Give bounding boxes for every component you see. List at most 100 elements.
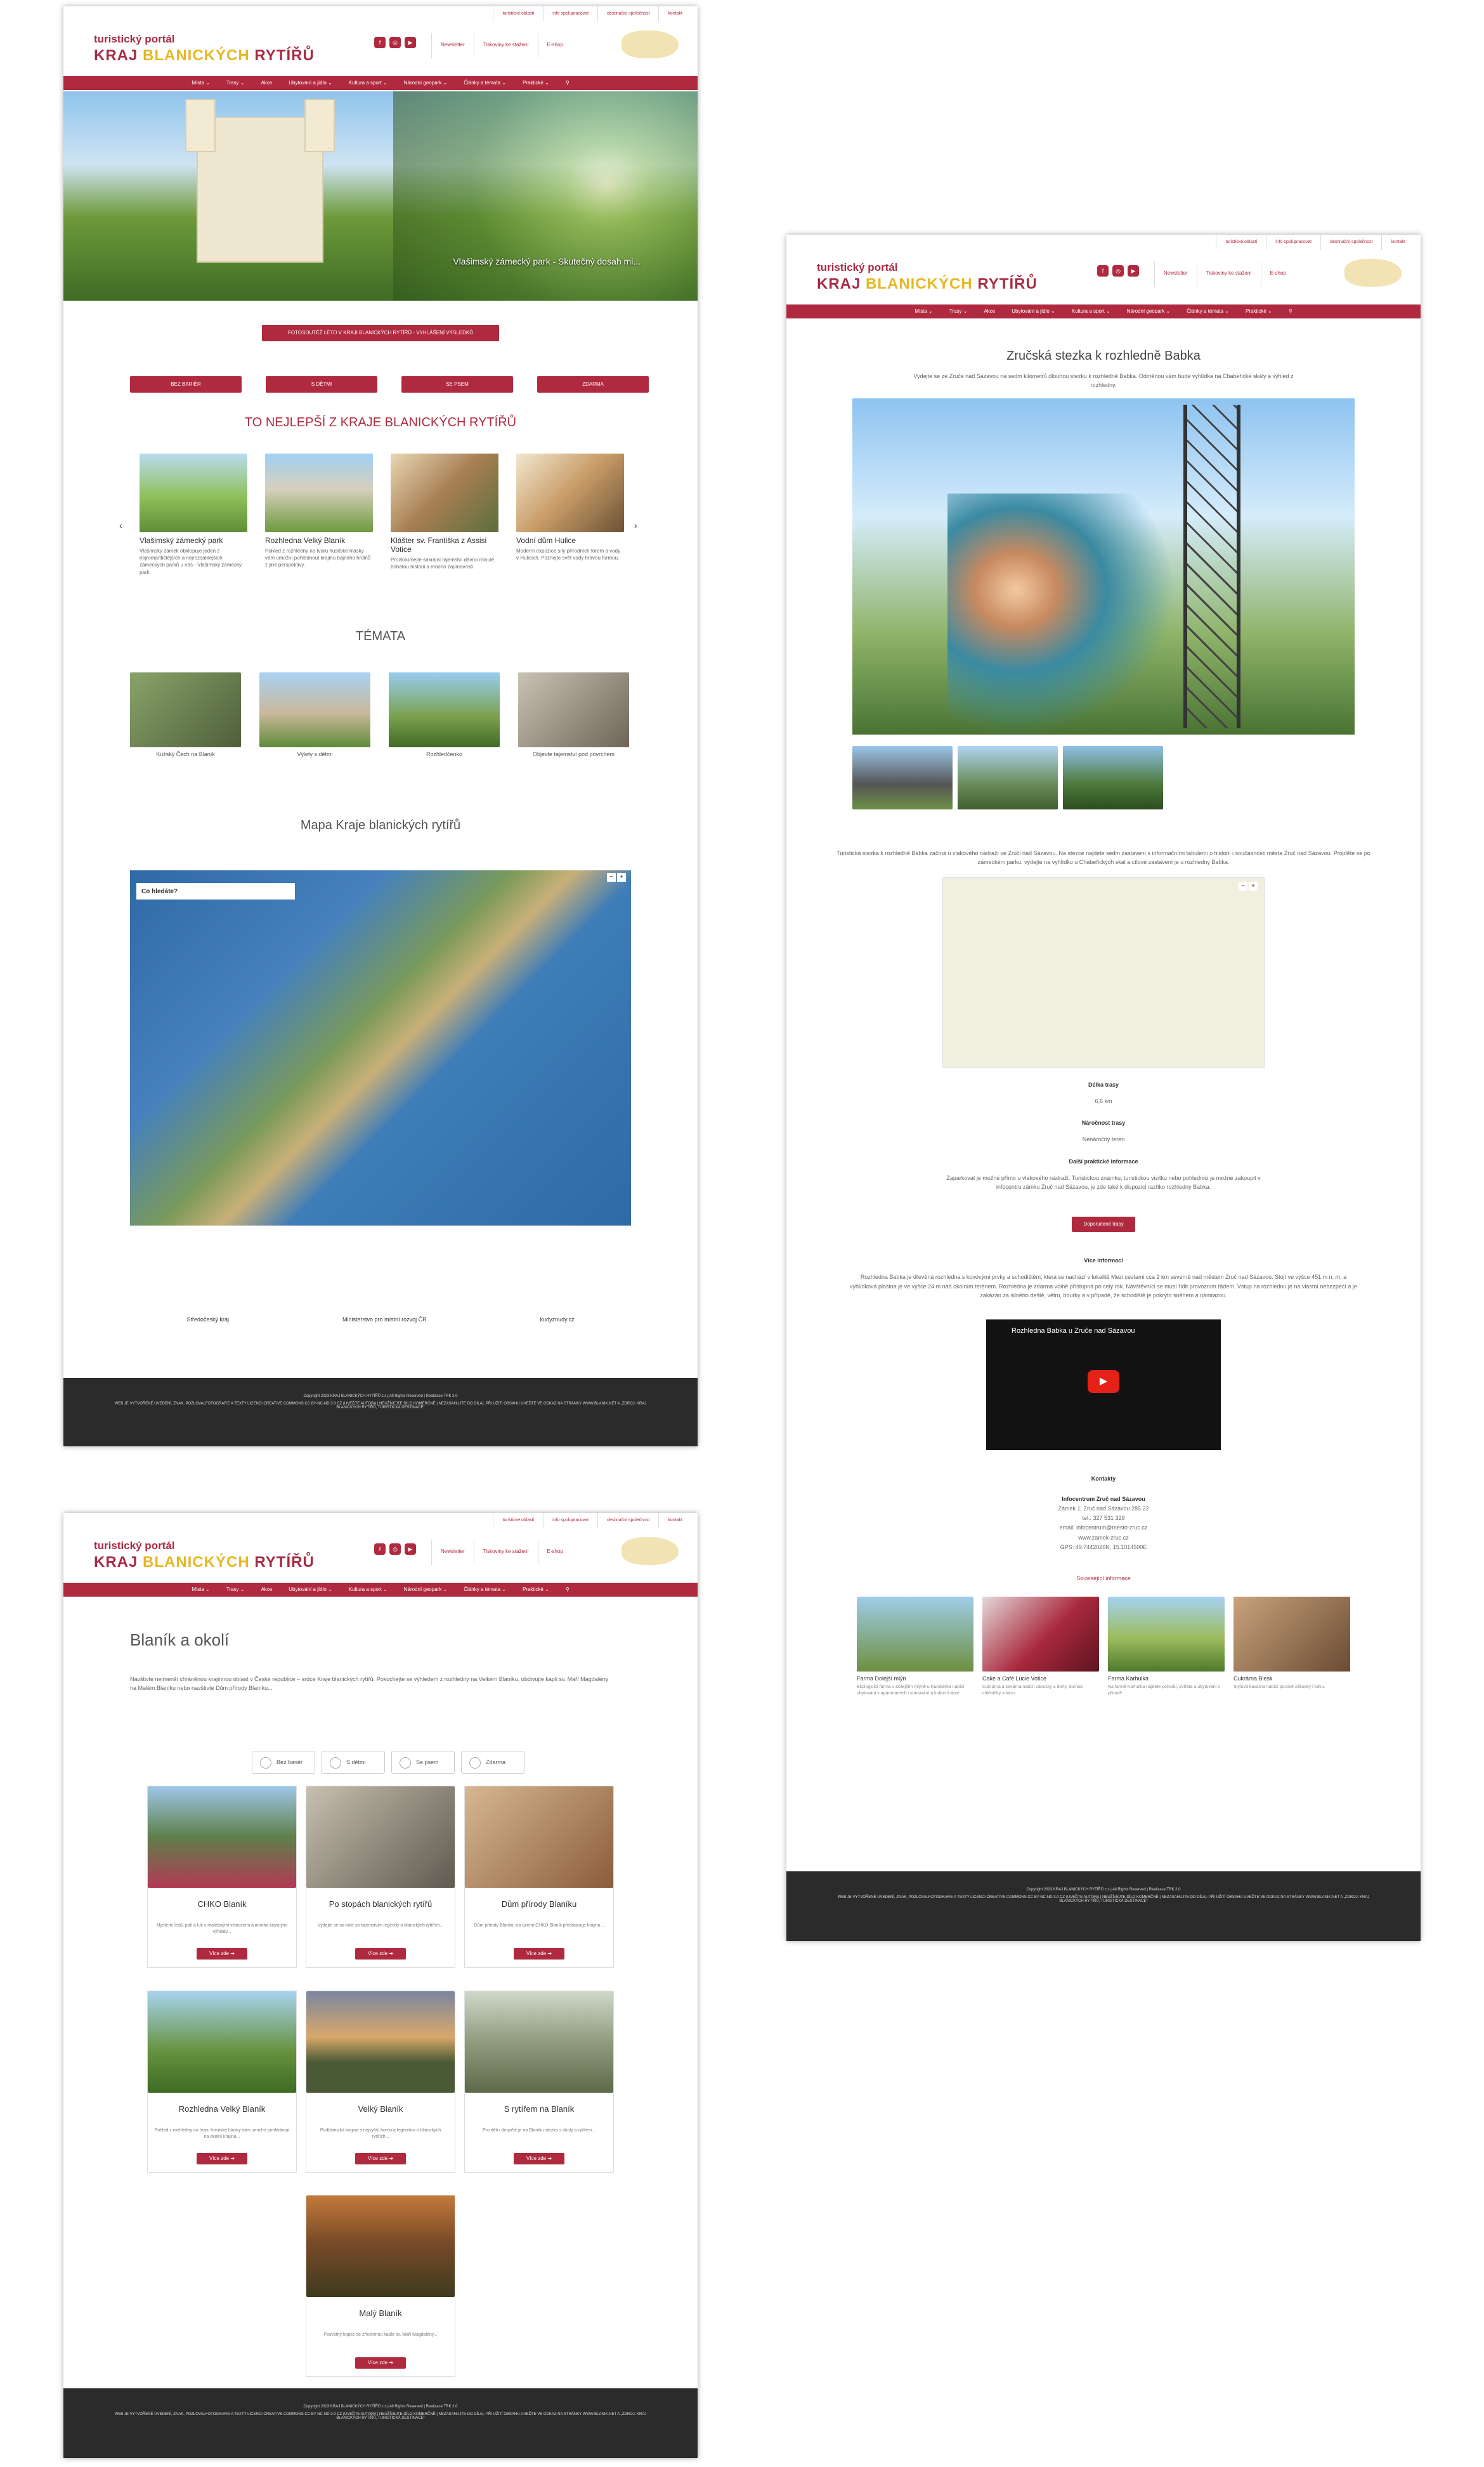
region-map-icon[interactable] (1344, 259, 1402, 287)
nav-item[interactable]: Články a témata ⌄ (456, 1583, 514, 1597)
nav-item[interactable]: Místa ⌄ (184, 76, 217, 90)
zoom-out-button[interactable]: − (1239, 881, 1247, 891)
zoom-in-button[interactable]: + (617, 873, 626, 882)
region-map-icon[interactable] (622, 1537, 679, 1565)
filter-button[interactable]: ZDARMA (537, 376, 649, 393)
thumbnail[interactable] (1063, 746, 1163, 809)
nav-item[interactable]: Trasy ⌄ (219, 76, 252, 90)
best-card[interactable]: Rozhledna Velký Blaník Pohled z rozhledn… (265, 454, 373, 569)
more-button[interactable]: Více zde ➜ (514, 2153, 564, 2164)
site-logo[interactable]: turistický portál KRAJ BLANICKÝCH RYTÍŘŮ (94, 1540, 315, 1571)
contact-phone[interactable]: tel.: 327 531 329 (786, 1514, 1421, 1523)
site-logo[interactable]: turistický portál KRAJ BLANICKÝCH RYTÍŘŮ (817, 261, 1038, 293)
best-card[interactable]: Klášter sv. Františka z Assisi Votice Pr… (391, 454, 498, 570)
nav-item[interactable]: Národní geopark ⌄ (1119, 304, 1178, 318)
filter-radio[interactable]: Se psem (391, 1751, 455, 1774)
main-photo[interactable] (852, 398, 1355, 735)
carousel-next-icon[interactable]: › (634, 520, 637, 530)
facebook-icon[interactable]: f (374, 1543, 386, 1555)
nav-item[interactable]: Ubytování a jídlo ⌄ (281, 76, 340, 90)
search-icon[interactable]: ⚲ (1281, 304, 1300, 318)
nav-item[interactable]: Akce (253, 1583, 280, 1597)
nav-item[interactable]: Trasy ⌄ (942, 304, 975, 318)
more-button[interactable]: Více zde ➜ (514, 1948, 564, 1960)
top-link[interactable]: turistické oblasti (493, 1513, 543, 1528)
topic-card[interactable]: Kužský Čech na Blaník (130, 672, 241, 757)
site-logo[interactable]: turistický portál KRAJ BLANICKÝCH RYTÍŘŮ (94, 33, 315, 65)
nav-item[interactable]: Ubytování a jídlo ⌄ (1004, 304, 1063, 318)
top-link[interactable]: destinační společnost (1320, 235, 1381, 250)
eshop-link[interactable]: E-shop (537, 1540, 572, 1565)
contact-web[interactable]: www.zamek-zruc.cz (786, 1533, 1421, 1543)
eshop-link[interactable]: E-shop (537, 33, 572, 58)
top-link[interactable]: kontakt (658, 6, 691, 22)
top-link[interactable]: info spolupracovat (543, 6, 597, 22)
more-button[interactable]: Více zde ➜ (197, 1948, 247, 1960)
top-link[interactable]: info spolupracovat (543, 1513, 597, 1528)
download-link[interactable]: Tiskoviny ke stažení (473, 33, 538, 58)
nav-item[interactable]: Místa ⌄ (907, 304, 940, 318)
interactive-map[interactable]: Co hledáte? − + (130, 870, 631, 1226)
zoom-out-button[interactable]: − (607, 873, 616, 882)
top-link[interactable]: kontakt (1381, 235, 1414, 250)
place-card[interactable]: Velký Blaník Podblanická krajina s nejvy… (306, 1991, 455, 2173)
partner-logo[interactable]: Středočeský kraj (187, 1316, 230, 1323)
instagram-icon[interactable]: ◎ (1112, 265, 1124, 277)
nav-item[interactable]: Trasy ⌄ (219, 1583, 252, 1597)
nav-item[interactable]: Národní geopark ⌄ (396, 1583, 455, 1597)
place-card[interactable]: Po stopách blanických rytířů Vydejte se … (306, 1786, 455, 1968)
nav-item[interactable]: Národní geopark ⌄ (396, 76, 455, 90)
more-button[interactable]: Více zde ➜ (355, 2153, 406, 2164)
nav-item[interactable]: Ubytování a jídlo ⌄ (281, 1583, 340, 1597)
best-card[interactable]: Vodní dům Hulice Moderní expozice síly p… (516, 454, 624, 561)
best-card[interactable]: Vlašimský zámecký park Vlašimský zámek o… (140, 454, 247, 576)
place-card[interactable]: Rozhledna Velký Blaník Pohled z rozhledn… (147, 1991, 297, 2173)
nav-item[interactable]: Kultura a sport ⌄ (341, 1583, 395, 1597)
top-link[interactable]: kontakt (658, 1513, 691, 1528)
search-icon[interactable]: ⚲ (558, 76, 577, 90)
related-card[interactable]: Farma Karhulka Na farmě Karhulka najdete… (1108, 1597, 1225, 1697)
nav-item[interactable]: Praktické ⌄ (515, 1583, 557, 1597)
filter-button[interactable]: BEZ BARIÉR (130, 376, 242, 393)
carousel-prev-icon[interactable]: ‹ (119, 520, 122, 530)
youtube-icon[interactable]: ▶ (1128, 265, 1139, 277)
nav-item[interactable]: Články a témata ⌄ (1179, 304, 1237, 318)
top-link[interactable]: info spolupracovat (1266, 235, 1320, 250)
top-link[interactable]: turistické oblasti (493, 6, 543, 22)
search-icon[interactable]: ⚲ (558, 1583, 577, 1597)
nav-item[interactable]: Místa ⌄ (184, 1583, 217, 1597)
filter-button[interactable]: SE PSEM (401, 376, 513, 393)
thumbnail[interactable] (958, 746, 1058, 809)
filter-radio[interactable]: Zdarma (461, 1751, 524, 1774)
nav-item[interactable]: Akce (976, 304, 1003, 318)
filter-radio[interactable]: Bez bariér (252, 1751, 315, 1774)
nav-item[interactable]: Kultura a sport ⌄ (1064, 304, 1118, 318)
facebook-icon[interactable]: f (374, 37, 386, 48)
topic-card[interactable]: Výlety s dětmi (259, 672, 370, 757)
filter-button[interactable]: S DĚTMI (266, 376, 377, 393)
youtube-icon[interactable]: ▶ (405, 1543, 416, 1555)
nav-item[interactable]: Články a témata ⌄ (456, 76, 514, 90)
contact-email[interactable]: email: infocentrum@mesto-zruc.cz (786, 1523, 1421, 1533)
top-link[interactable]: destinační společnost (597, 6, 658, 22)
top-link[interactable]: turistické oblasti (1216, 235, 1266, 250)
newsletter-link[interactable]: Newsletter (1154, 261, 1197, 287)
more-button[interactable]: Více zde ➜ (355, 2357, 406, 2369)
place-card[interactable]: Dům přírody Blaníku Dům přírody Blaníku … (464, 1786, 614, 1968)
place-card[interactable]: CHKO Blaník Mysterie lesů, polí a luk s … (147, 1786, 297, 1968)
play-icon[interactable]: ▶ (1088, 1370, 1119, 1393)
map-search-input[interactable]: Co hledáte? (136, 883, 295, 900)
related-card[interactable]: Cake a Café Lucie Votice Cukrárna a kavá… (982, 1597, 1099, 1697)
download-link[interactable]: Tiskoviny ke stažení (1196, 261, 1261, 287)
download-link[interactable]: Tiskoviny ke stažení (473, 1540, 538, 1565)
youtube-video[interactable]: Rozhledna Babka u Zruče nad Sázavou ▶ (986, 1319, 1221, 1450)
zoom-in-button[interactable]: + (1249, 881, 1258, 891)
more-button[interactable]: Více zde ➜ (197, 2153, 247, 2164)
related-card[interactable]: Farma Dolejší mlýn Ekologická farma v Do… (857, 1597, 973, 1697)
related-card[interactable]: Cukrárna Blesk Stylová kavárna nabízí po… (1233, 1597, 1350, 1697)
newsletter-link[interactable]: Newsletter (431, 1540, 474, 1565)
nav-item[interactable]: Kultura a sport ⌄ (341, 76, 395, 90)
photo-contest-button[interactable]: FOTOSOUTĚŽ LÉTO V KRAJI BLANICKÝCH RYTÍŘ… (262, 325, 499, 341)
thumbnail[interactable] (852, 746, 953, 809)
topic-card[interactable]: Objevte tajemství pod povrchem (518, 672, 629, 757)
